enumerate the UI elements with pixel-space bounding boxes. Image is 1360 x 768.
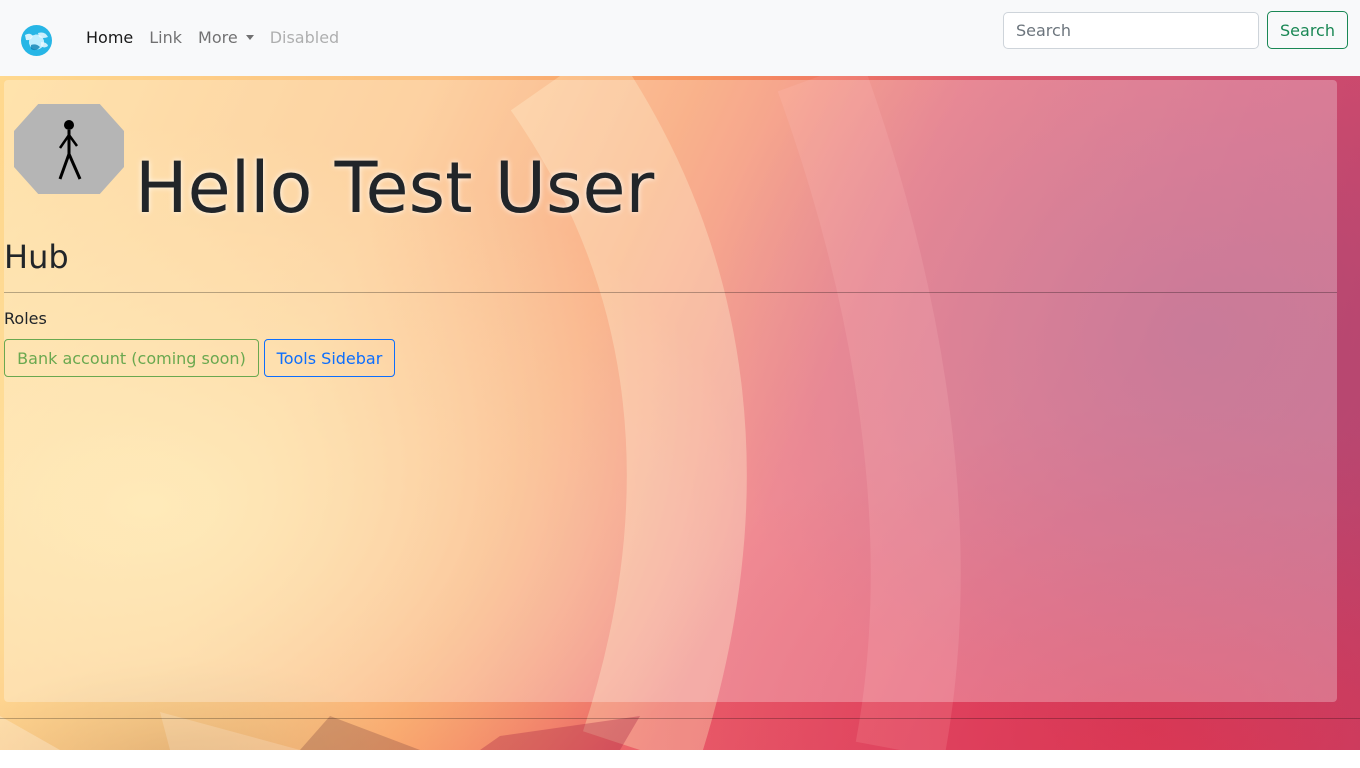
globe-icon — [25, 32, 48, 51]
tools-sidebar-button[interactable]: Tools Sidebar — [264, 339, 395, 377]
nav-dropdown-more-label: More — [198, 28, 238, 47]
search-input[interactable] — [1003, 12, 1259, 49]
roles-label: Roles — [4, 309, 47, 328]
caret-down-icon — [245, 35, 254, 40]
nav-link-link[interactable]: Link — [149, 27, 182, 49]
divider — [4, 292, 1337, 293]
nav-dropdown-more[interactable]: More — [198, 27, 254, 49]
navbar: Home Link More Disabled Search — [0, 0, 1360, 76]
search-button[interactable]: Search — [1267, 11, 1348, 49]
nav-links: Home Link More Disabled — [86, 27, 355, 49]
section-title: Hub — [4, 238, 69, 276]
nav-link-disabled: Disabled — [269, 28, 340, 47]
stick-figure-icon — [58, 120, 82, 180]
nav-link-home[interactable]: Home — [86, 27, 133, 49]
avatar — [14, 104, 124, 194]
greeting-title: Hello Test User — [135, 147, 655, 229]
brand-logo-globe-icon[interactable] — [21, 25, 52, 56]
bank-account-button: Bank account (coming soon) — [4, 339, 259, 377]
hub-card: Hello Test User Hub Roles Bank account (… — [4, 80, 1337, 702]
footer-divider — [0, 718, 1360, 719]
